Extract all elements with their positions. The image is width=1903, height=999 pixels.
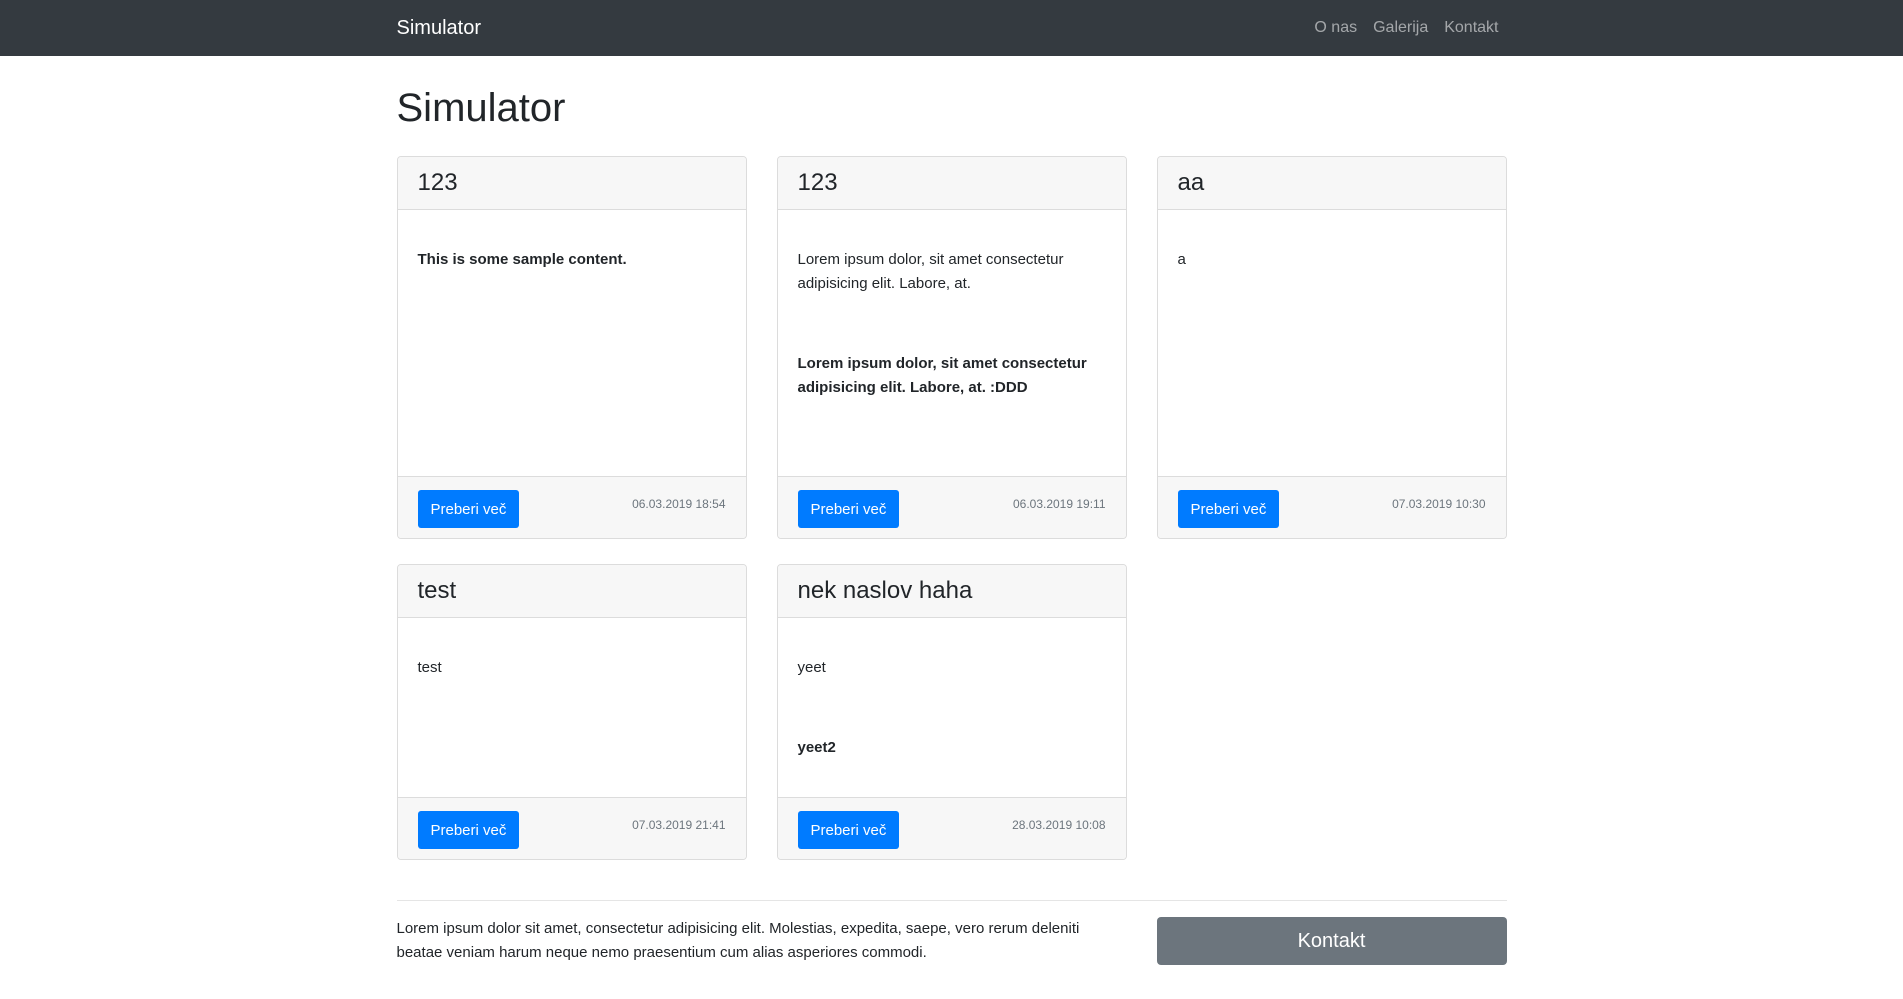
read-more-button[interactable]: Preberi več: [1177, 490, 1280, 528]
navbar-inner: Simulator O nas Galerija Kontakt: [397, 0, 1507, 56]
contact-button[interactable]: Kontakt: [1156, 917, 1507, 965]
card-paragraph: test: [417, 659, 442, 676]
card-paragraph: a: [1177, 251, 1186, 268]
card-paragraph-bold: yeet2: [797, 739, 836, 756]
read-more-button[interactable]: Preberi več: [797, 490, 900, 528]
card: nek naslov haha yeet yeet2 Preberi več 2…: [776, 564, 1127, 860]
card-title: 123: [397, 157, 746, 210]
card-body: yeet yeet2: [778, 618, 1126, 797]
footer: Lorem ipsum dolor sit amet, consectetur …: [396, 900, 1507, 965]
nav-link-galerija[interactable]: Galerija: [1373, 19, 1428, 37]
card-title: aa: [1157, 157, 1506, 210]
card-date: 06.03.2019 19:11: [1012, 496, 1106, 511]
page-title: Simulator: [396, 86, 566, 130]
read-more-button[interactable]: Preberi več: [417, 490, 520, 528]
navbar-brand[interactable]: Simulator: [397, 17, 481, 40]
card-date: 07.03.2019 10:30: [1392, 496, 1486, 511]
card: 123 Lorem ipsum dolor, sit amet consecte…: [776, 156, 1127, 539]
navbar: Simulator O nas Galerija Kontakt: [0, 0, 1903, 56]
card-title: test: [397, 565, 746, 618]
card-date: 07.03.2019 21:41: [632, 817, 726, 832]
nav-links: O nas Galerija Kontakt: [1298, 19, 1498, 37]
read-more-button[interactable]: Preberi več: [417, 811, 520, 849]
card-body: test: [398, 618, 746, 797]
card-date: 06.03.2019 18:54: [632, 496, 726, 511]
card-body: a: [1158, 210, 1506, 476]
card-body: Lorem ipsum dolor, sit amet consectetur …: [778, 210, 1126, 476]
main-container: Simulator 123 This is some sample conten…: [396, 84, 1507, 965]
footer-text: Lorem ipsum dolor sit amet, consectetur …: [396, 920, 1080, 961]
card-footer: Preberi več 06.03.2019 18:54: [397, 476, 746, 538]
card-date: 28.03.2019 10:08: [1012, 817, 1106, 832]
read-more-button[interactable]: Preberi več: [797, 811, 900, 849]
card-paragraph-bold: Lorem ipsum dolor, sit amet consectetur …: [797, 355, 1087, 396]
card: aa a Preberi več 07.03.2019 10:30: [1156, 156, 1507, 539]
card-footer: Preberi več 07.03.2019 21:41: [397, 797, 746, 859]
card: 123 This is some sample content. Preberi…: [396, 156, 747, 539]
card-footer: Preberi več 06.03.2019 19:11: [777, 476, 1126, 538]
cards-row-1: 123 This is some sample content. Preberi…: [396, 156, 1507, 539]
cards-row-2: test test Preberi več 07.03.2019 21:41 n…: [396, 564, 1507, 860]
nav-link-kontakt[interactable]: Kontakt: [1444, 19, 1498, 37]
card-footer: Preberi več 07.03.2019 10:30: [1157, 476, 1506, 538]
card-title: 123: [777, 157, 1126, 210]
card-paragraph: Lorem ipsum dolor, sit amet consectetur …: [797, 251, 1064, 292]
nav-link-o-nas[interactable]: O nas: [1314, 19, 1357, 37]
card-paragraph: yeet: [797, 659, 826, 676]
card: test test Preberi več 07.03.2019 21:41: [396, 564, 747, 860]
card-paragraph: This is some sample content.: [417, 251, 627, 268]
card-title: nek naslov haha: [777, 565, 1126, 618]
card-body: This is some sample content.: [398, 210, 746, 476]
card-footer: Preberi več 28.03.2019 10:08: [777, 797, 1126, 859]
